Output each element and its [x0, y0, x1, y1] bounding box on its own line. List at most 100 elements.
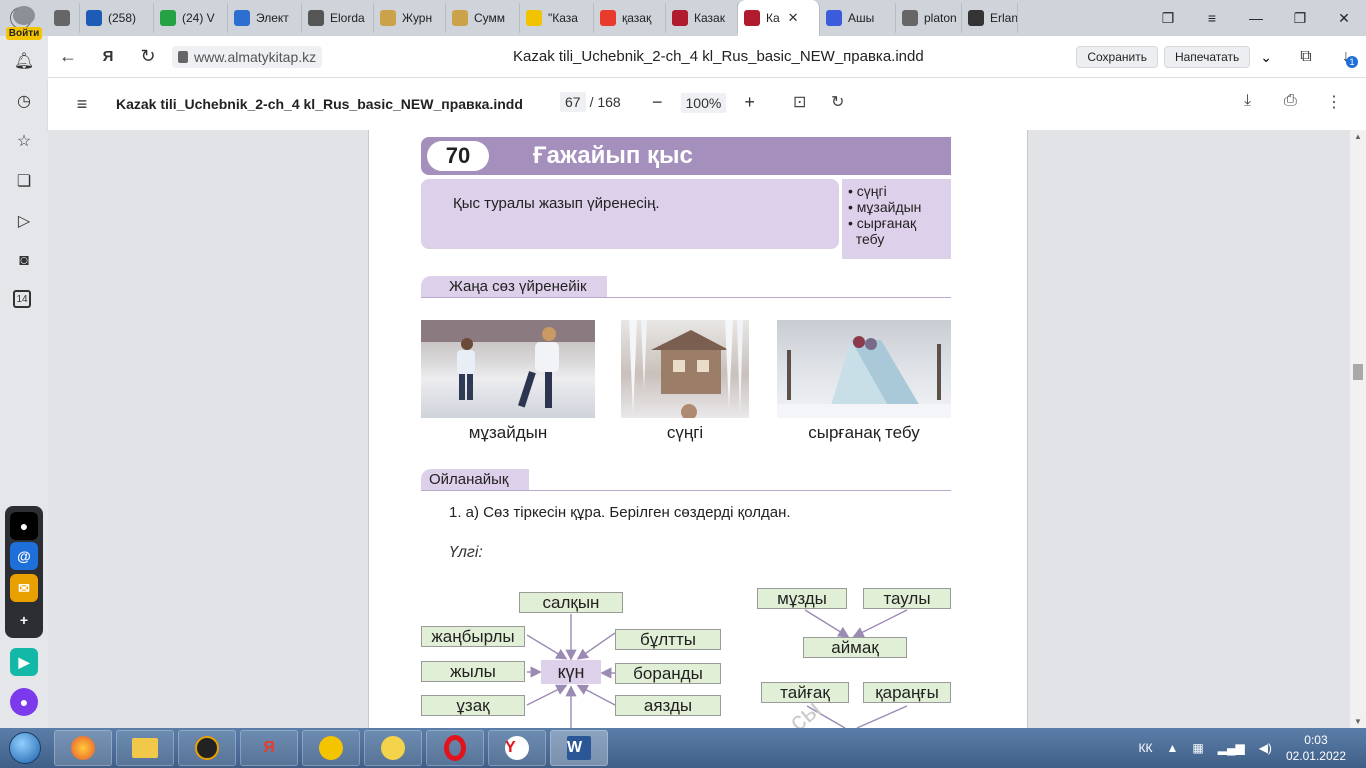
clock[interactable]: 0:03 02.01.2022 [1286, 732, 1346, 764]
tab-0[interactable] [48, 3, 80, 33]
print-icon[interactable]: ⎙ [1284, 92, 1297, 110]
downloads-icon[interactable]: ↓ 1 [1326, 48, 1366, 68]
collections-icon[interactable]: ❐ [1146, 10, 1190, 27]
network-icon[interactable]: ▦ [1192, 741, 1203, 755]
tab-10[interactable]: Ка ✕ [738, 0, 820, 36]
tab-4[interactable]: Elorda [302, 3, 374, 33]
tabs: (258) (24) V Элект Elorda Журн Сумм "Каза қазақ… [48, 0, 1018, 36]
tab-label: Сумм [474, 11, 506, 25]
play-icon[interactable]: ▷ [13, 210, 35, 232]
save-button[interactable]: Сохранить [1076, 46, 1158, 68]
firefox-icon[interactable] [54, 730, 112, 766]
tab-6[interactable]: Сумм [446, 3, 520, 33]
windows-logo-icon [9, 732, 41, 764]
close-tab-icon[interactable]: ✕ [788, 10, 799, 26]
restore-button[interactable]: ❐ [1278, 10, 1322, 27]
at-mail-icon[interactable]: @ [10, 542, 38, 570]
language-indicator[interactable]: КК [1139, 741, 1153, 755]
mail-icon [86, 10, 102, 26]
explorer-icon[interactable] [116, 730, 174, 766]
add-app-icon[interactable]: + [10, 606, 38, 634]
aimp-icon[interactable] [178, 730, 236, 766]
windows-taskbar: Я Y W КК ▲ ▦ ▂▄▆ ◀) 0:03 02.01.2022 [0, 728, 1366, 768]
clock-time: 0:03 [1304, 733, 1328, 747]
word-box: аязды [615, 695, 721, 716]
tab-12[interactable]: platon [896, 3, 962, 33]
login-button[interactable]: Войти [5, 27, 43, 40]
print-button[interactable]: Напечатать [1163, 46, 1251, 68]
opera-icon[interactable] [426, 730, 484, 766]
camera-icon[interactable]: ◙ [13, 250, 35, 272]
vertical-scrollbar[interactable]: ▲ ▼ [1350, 130, 1366, 728]
scroll-down-icon[interactable]: ▼ [1354, 717, 1362, 726]
mail-app-icon[interactable]: ✉ [10, 574, 38, 602]
yandex-logo-icon[interactable]: Я [88, 48, 128, 65]
page-indicator: 67 / 168 [560, 92, 621, 112]
signal-icon[interactable]: ▂▄▆ [1218, 741, 1245, 755]
tab-label: Ка [766, 11, 780, 25]
hamburger-menu-icon[interactable]: ≡ [48, 94, 116, 115]
start-button[interactable] [0, 728, 50, 768]
extensions-icon[interactable]: ⧉ [1286, 48, 1326, 66]
address-bar: ← Я ↻ www.almatykitap.kz Kazak tili_Uche… [48, 36, 1366, 78]
fit-page-icon[interactable]: ⊡ [793, 92, 806, 112]
pdf-toolbar: ≡ Kazak tili_Uchebnik_2-ch_4 kl_Rus_basi… [48, 78, 1366, 130]
page-number-input[interactable]: 67 [560, 92, 586, 112]
yandex-icon[interactable]: Я [240, 730, 298, 766]
scroll-up-icon[interactable]: ▲ [1354, 132, 1362, 141]
chevron-down-icon[interactable]: ⌄ [1260, 49, 1272, 66]
profile-area[interactable]: Войти [0, 0, 48, 40]
alice-app-icon[interactable]: ● [10, 512, 38, 540]
browser-window: (258) (24) V Элект Elorda Журн Сумм "Каза қазақ… [0, 0, 1366, 768]
reload-icon[interactable]: ↻ [128, 46, 168, 67]
yandex-browser-icon[interactable]: Y [488, 730, 546, 766]
menu-icon[interactable]: ≡ [1190, 10, 1234, 26]
minimize-button[interactable]: — [1234, 10, 1278, 26]
url-field[interactable]: www.almatykitap.kz [172, 45, 323, 68]
zoom-out-icon[interactable]: − [652, 92, 663, 113]
tab-8[interactable]: қазақ [594, 3, 666, 33]
collections-icon[interactable]: ❏ [13, 170, 35, 192]
messenger-icon[interactable]: ▶ [10, 648, 38, 676]
tab-9[interactable]: Казак [666, 3, 738, 33]
yandex-icon [600, 10, 616, 26]
rotate-icon[interactable]: ↻ [831, 92, 844, 112]
avatar[interactable] [13, 6, 35, 25]
yandex-disk-icon[interactable] [364, 730, 422, 766]
tower-icon [308, 10, 324, 26]
tab-13[interactable]: Erlan [962, 3, 1018, 33]
zoom-in-icon[interactable]: + [744, 92, 755, 113]
zoom-level[interactable]: 100% [680, 92, 727, 113]
word-box: мұзды [757, 588, 847, 609]
assistant-icon[interactable]: ● [10, 688, 38, 716]
tab-5[interactable]: Журн [374, 3, 446, 33]
tab-7[interactable]: "Каза [520, 3, 594, 33]
download-icon[interactable]: ⤓ [1244, 92, 1251, 110]
tab-1[interactable]: (258) [80, 3, 154, 33]
center-word-box: күн [541, 660, 601, 684]
history-icon[interactable]: ◷ [13, 90, 35, 112]
pro-icon[interactable] [302, 730, 360, 766]
tab-label: Казак [694, 11, 725, 25]
bell-icon[interactable]: 🔔︎ [13, 50, 35, 72]
tab-label: platon [924, 11, 957, 25]
tab-2[interactable]: (24) V [154, 3, 228, 33]
pdf-page: 70 Ғажайып қыс Қыс туралы жазып үйренесі… [368, 130, 1028, 728]
word-box: жылы [421, 661, 525, 682]
clock-date: 02.01.2022 [1285, 749, 1346, 763]
more-options-icon[interactable]: ⋮ [1326, 92, 1342, 112]
left-sidebar: 🔔︎ ◷ ☆ ❏ ▷ ◙ 14 ● @ ✉ + ▶ ● [0, 36, 48, 728]
tab-label: (24) V [182, 11, 215, 25]
tab-11[interactable]: Ашы [820, 3, 896, 33]
calendar-icon[interactable]: 14 [13, 290, 31, 308]
close-window-button[interactable]: ✕ [1322, 10, 1366, 27]
back-arrow-icon[interactable]: ← [48, 46, 88, 67]
scrollbar-thumb[interactable] [1353, 364, 1363, 380]
word-box: ұзақ [421, 695, 525, 716]
volume-icon[interactable]: ◀) [1259, 741, 1272, 755]
word-icon[interactable]: W [550, 730, 608, 766]
star-icon[interactable]: ☆ [13, 130, 35, 152]
pdf-viewer[interactable]: 70 Ғажайып қыс Қыс туралы жазып үйренесі… [48, 130, 1350, 728]
tab-3[interactable]: Элект [228, 3, 302, 33]
tray-expand-icon[interactable]: ▲ [1167, 741, 1179, 755]
